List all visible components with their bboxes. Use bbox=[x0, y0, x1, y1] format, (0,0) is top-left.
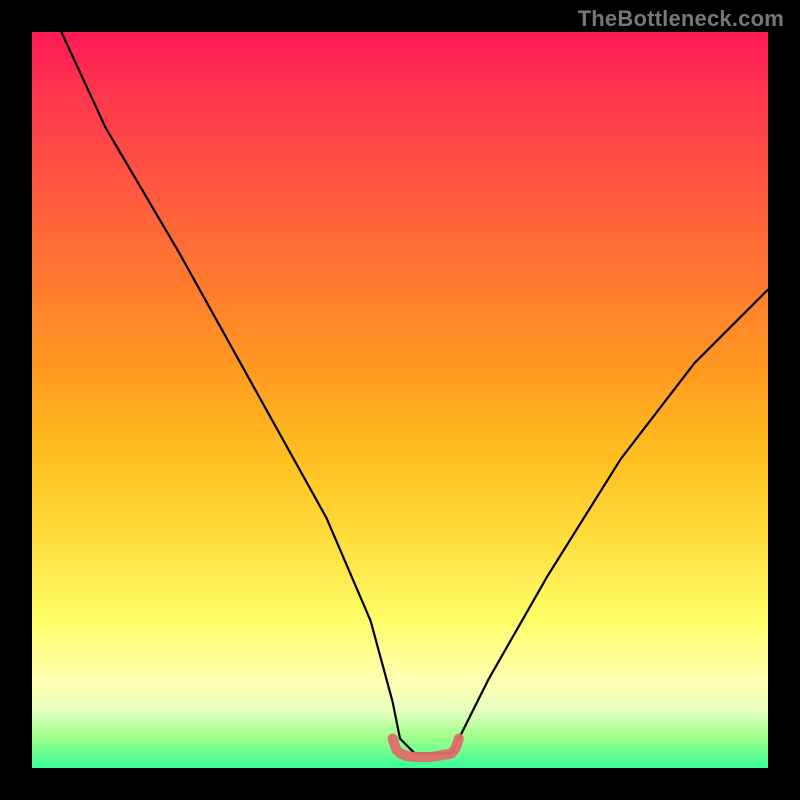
bottleneck-curve bbox=[61, 32, 768, 753]
plot-area bbox=[32, 32, 768, 768]
chart-overlay bbox=[32, 32, 768, 768]
attribution-text: TheBottleneck.com bbox=[578, 6, 784, 32]
chart-frame: TheBottleneck.com bbox=[0, 0, 800, 800]
